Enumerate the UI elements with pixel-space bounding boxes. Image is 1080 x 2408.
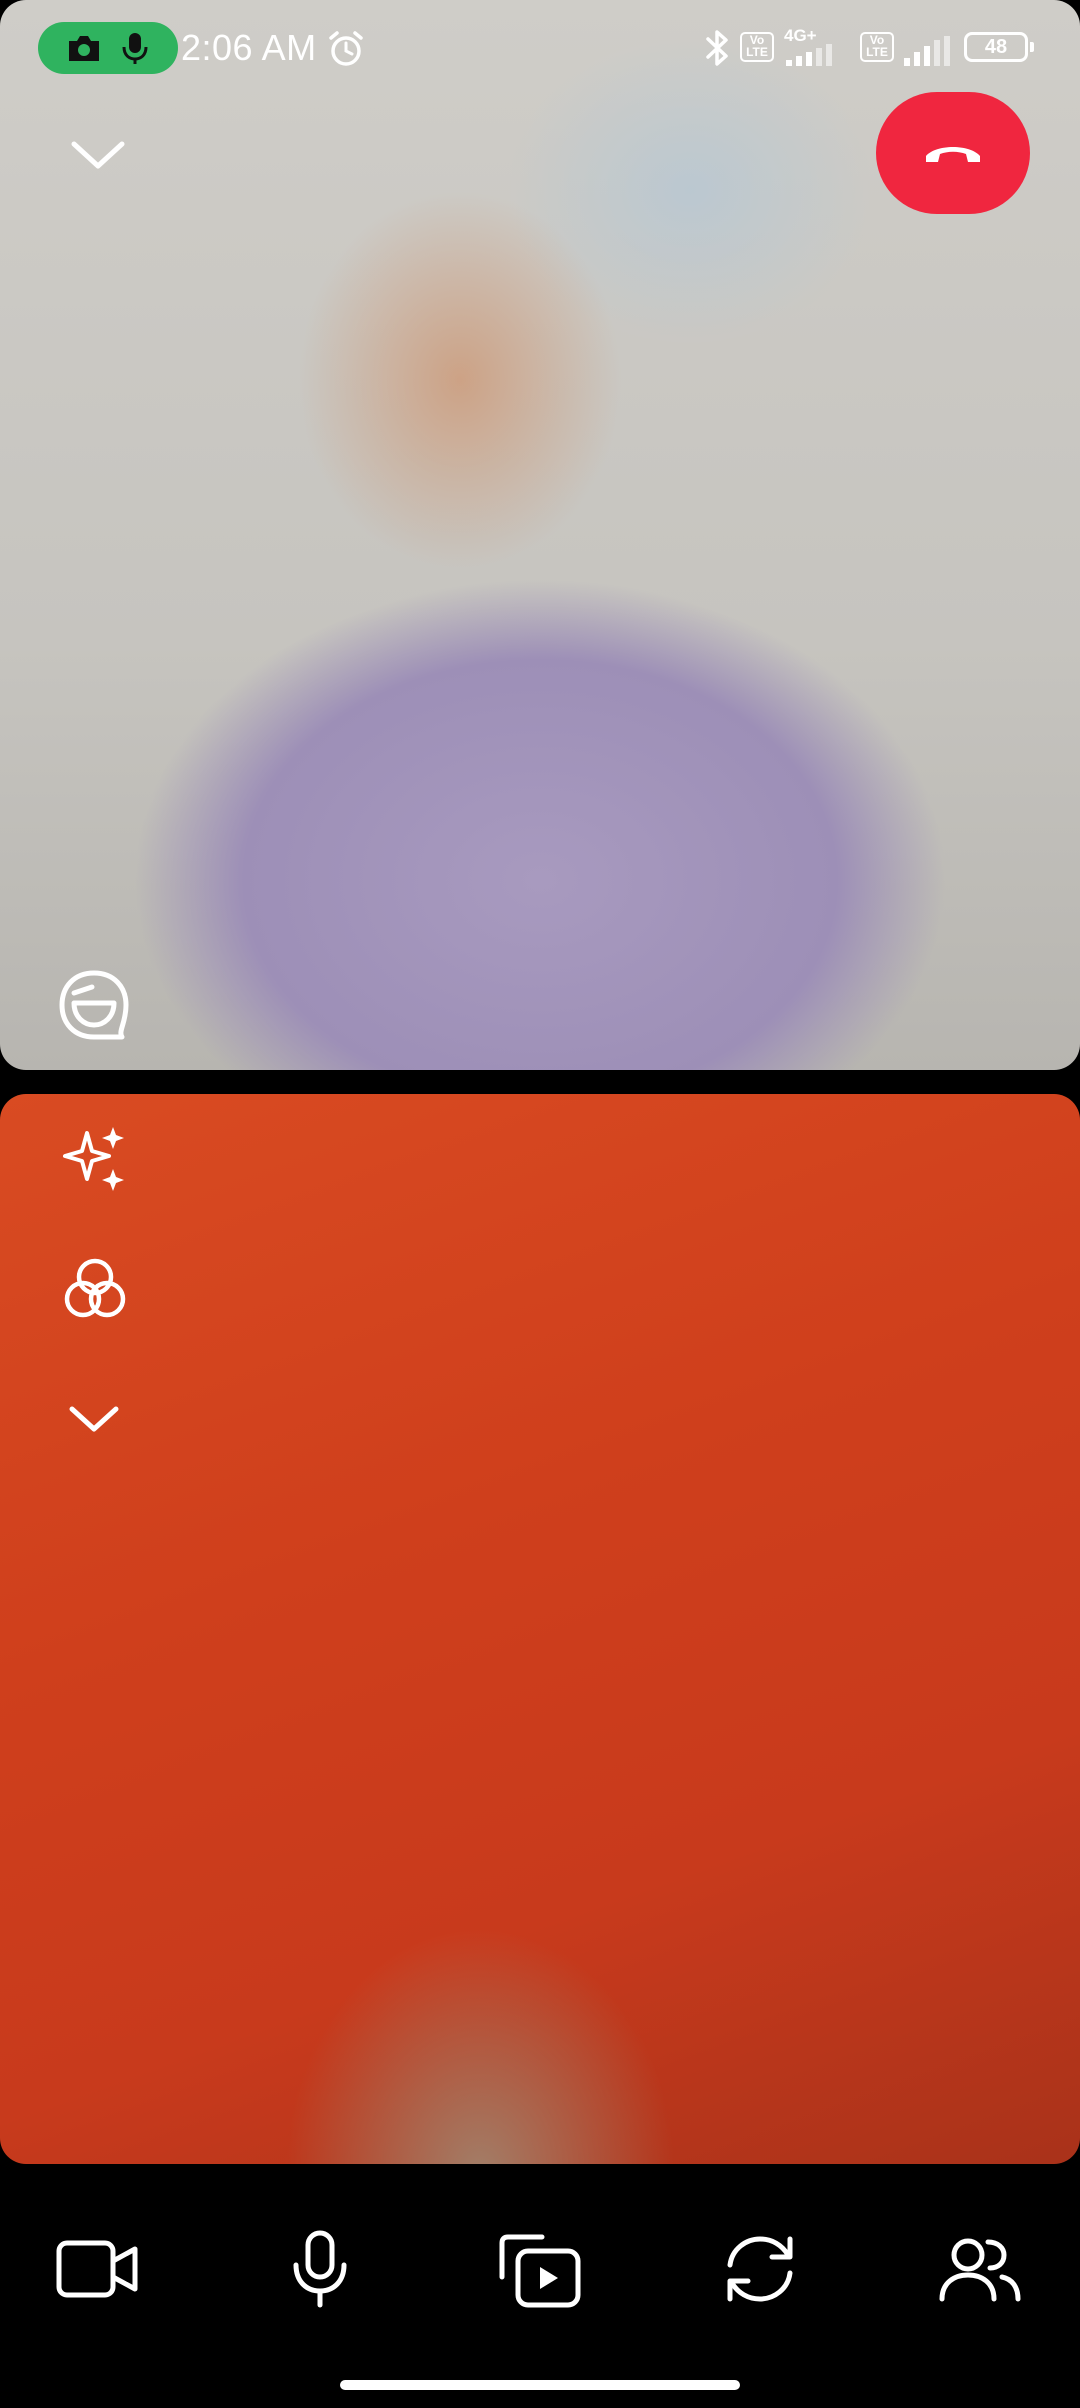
end-call-button[interactable] — [876, 92, 1030, 214]
privacy-indicator — [38, 22, 178, 74]
flip-camera-icon — [727, 2236, 793, 2302]
signal-icon-1 — [786, 44, 832, 66]
video-camera-icon — [56, 2240, 138, 2298]
toggle-video-button[interactable] — [38, 2214, 158, 2324]
toggle-mic-button[interactable] — [260, 2214, 380, 2324]
sparkles-icon — [63, 1127, 124, 1191]
call-toolbar — [0, 2164, 1080, 2408]
battery-indicator: 48 — [964, 32, 1034, 62]
share-media-button[interactable] — [480, 2214, 600, 2324]
lens-filter-button[interactable] — [50, 1244, 140, 1334]
chat-sticker-icon — [59, 970, 129, 1040]
hang-up-icon — [926, 147, 980, 162]
home-indicator[interactable] — [340, 2380, 740, 2390]
participants-button[interactable] — [920, 2214, 1040, 2324]
bluetooth-icon — [706, 30, 728, 66]
more-options-chevron[interactable] — [54, 1389, 134, 1449]
effects-button[interactable] — [50, 1114, 140, 1204]
signal-icon-2 — [904, 36, 950, 66]
clock: 2:06 AM — [181, 27, 317, 68]
flip-camera-button[interactable] — [700, 2214, 820, 2324]
alarm-icon — [329, 31, 363, 66]
self-video-tile[interactable] — [0, 1094, 1080, 2164]
status-bar: 2:06 AM Vo LTE 4G+ Vo LTE 48 — [0, 0, 1080, 100]
volte-badge-2: Vo LTE — [860, 32, 894, 62]
chat-sticker-button[interactable] — [46, 960, 142, 1050]
microphone-icon — [293, 2230, 347, 2308]
chevron-down-icon — [71, 141, 125, 169]
microphone-icon — [122, 33, 148, 64]
participants-icon — [939, 2238, 1021, 2302]
filter-lens-icon — [64, 1258, 126, 1318]
volte-badge-1: Vo LTE — [740, 32, 774, 62]
media-share-icon — [499, 2234, 581, 2308]
network-type: 4G+ — [784, 26, 817, 45]
collapse-call-button[interactable] — [58, 120, 138, 190]
camera-icon — [69, 36, 99, 61]
chevron-down-icon — [69, 1406, 119, 1432]
